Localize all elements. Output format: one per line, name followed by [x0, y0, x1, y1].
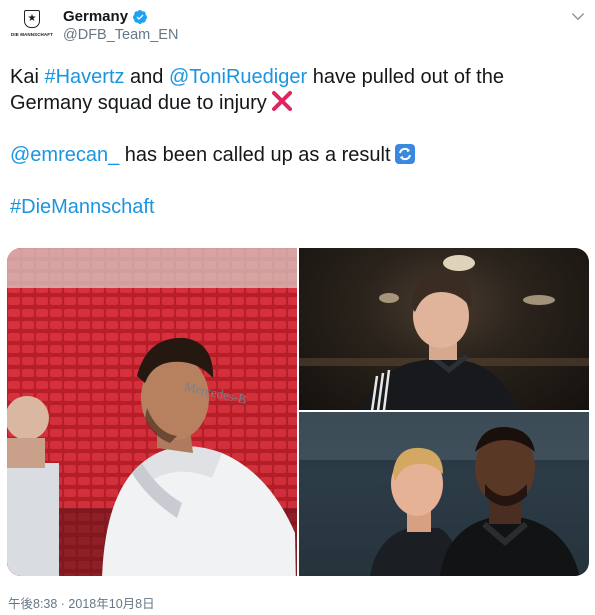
- tweet-text: Kai #Havertz and @ToniRuediger have pull…: [10, 64, 585, 220]
- avatar-wordmark: DIE MANNSCHAFT: [11, 32, 53, 37]
- photo-rudiger-reus[interactable]: [299, 412, 589, 576]
- mention-link[interactable]: @ToniRuediger: [169, 66, 307, 88]
- photo-illustration: [299, 255, 589, 410]
- repeat-arrows-emoji-icon: [394, 144, 415, 164]
- cross-mark-emoji-icon: [271, 91, 292, 111]
- photo-kai-havertz[interactable]: [299, 248, 589, 410]
- text-span: Germany squad due to injury: [10, 92, 267, 114]
- avatar[interactable]: ★ DIE MANNSCHAFT: [10, 10, 54, 44]
- tweet-line: Germany squad due to injury: [10, 90, 585, 116]
- text-span: has been called up as a result: [119, 144, 391, 166]
- tweet-line: Kai #Havertz and @ToniRuediger have pull…: [10, 64, 585, 90]
- text-span: have pulled out of the: [307, 66, 504, 88]
- hashtag-link[interactable]: #Havertz: [44, 66, 124, 88]
- dfb-crest-icon: ★: [24, 10, 40, 28]
- tweet-line: @emrecan_ has been called up as a result: [10, 142, 585, 168]
- media-grid: Mercedes-B: [7, 248, 589, 576]
- photo-illustration: Mercedes-B: [7, 248, 297, 576]
- verified-badge-icon: [133, 9, 148, 24]
- text-span: and: [124, 66, 169, 88]
- photo-illustration: [299, 412, 589, 576]
- display-name[interactable]: Germany: [63, 8, 128, 25]
- tweet-line: #DieMannschaft: [10, 194, 585, 220]
- author-name-line[interactable]: Germany: [63, 8, 148, 25]
- hashtag-link[interactable]: #DieMannschaft: [10, 196, 155, 218]
- user-handle[interactable]: @DFB_Team_EN: [63, 27, 178, 43]
- chevron-down-icon[interactable]: [569, 8, 587, 26]
- text-span: Kai: [10, 66, 45, 88]
- tweet-header: ★ DIE MANNSCHAFT Germany @DFB_Team_EN: [0, 0, 595, 50]
- mention-link[interactable]: @emrecan_: [10, 144, 119, 166]
- photo-emre-can[interactable]: Mercedes-B: [7, 248, 297, 576]
- timestamp[interactable]: 午後8:38 · 2018年10月8日: [8, 593, 155, 612]
